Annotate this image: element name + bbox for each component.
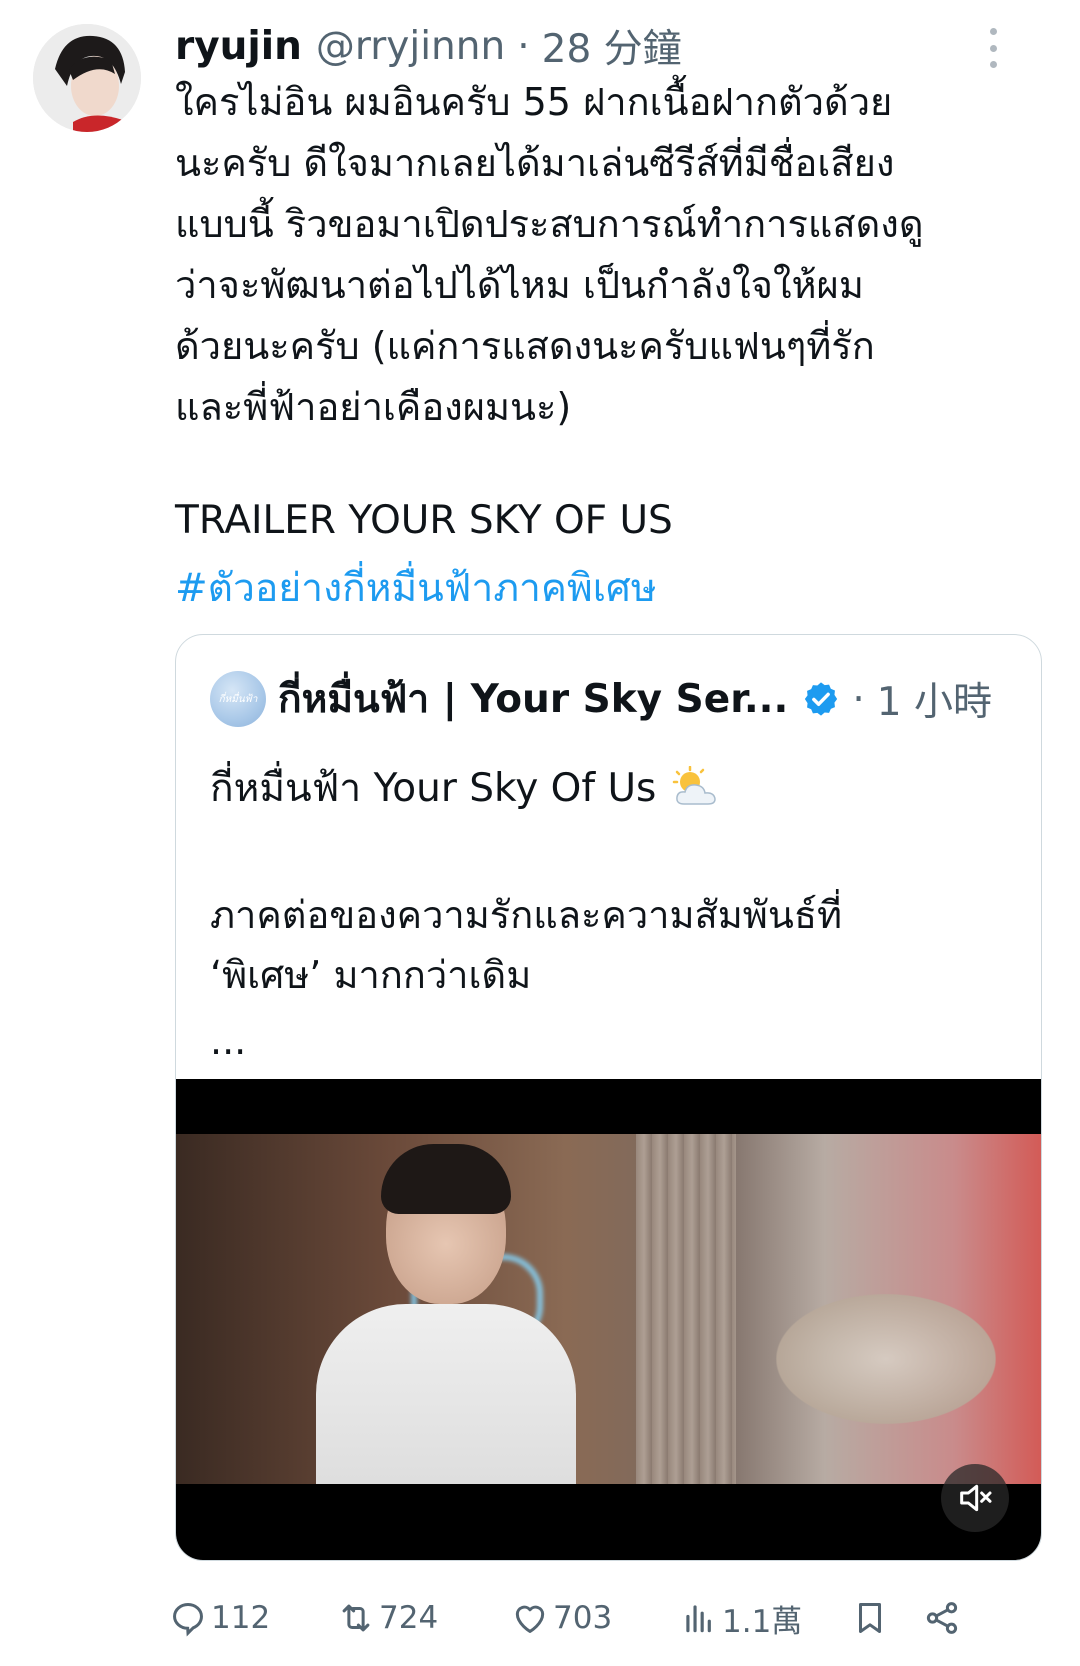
tweet-action-bar: 112 724 703 1.1萬 <box>173 1590 1040 1646</box>
quoted-tweet-card[interactable]: กี่หมื่นฟ้า กี่หมื่นฟ้า | Your Sky Ser..… <box>175 634 1042 1561</box>
quoted-body-line: ภาคต่อของความรักและความสัมพันธ์ที่ <box>210 893 843 937</box>
quoted-tweet-header: กี่หมื่นฟ้า | Your Sky Ser... · 1 小時 <box>278 671 992 727</box>
avatar-photo <box>33 24 141 132</box>
mute-toggle-button[interactable] <box>941 1464 1009 1532</box>
views-count: 1.1萬 <box>722 1603 803 1640</box>
reply-icon <box>173 1603 203 1637</box>
tweet-text-line: และพี่ฟ้าอย่าเคืองผมนะ) <box>175 385 572 429</box>
quoted-body-line: ‘พิเศษ’ มากกว่าเดิม <box>210 953 532 997</box>
share-button[interactable] <box>923 1590 961 1646</box>
quoted-body: ภาคต่อของความรักและความสัมพันธ์ที่ ‘พิเศ… <box>210 885 842 1005</box>
views-button[interactable]: 1.1萬 <box>680 1590 802 1646</box>
more-options-icon[interactable] <box>986 28 1000 68</box>
volume-muted-icon <box>960 1484 992 1512</box>
tweet-text-line: ใครไม่อิน ผมอินครับ 55 ฝากเนื้อฝากตัวด้ว… <box>175 80 893 124</box>
quoted-ellipsis: ... <box>210 1019 247 1063</box>
quoted-header-separator: · <box>852 676 865 722</box>
quoted-tweet-time[interactable]: 1 小時 <box>877 671 992 727</box>
tweet-text-line: ว่าจะพัฒนาต่อไปได้ไหม เป็นกำลังใจให้ผม <box>175 263 864 307</box>
tweet-time[interactable]: 28 分鐘 <box>542 18 682 74</box>
video-frame <box>176 1134 1041 1484</box>
bookmark-button[interactable] <box>851 1590 889 1646</box>
retweet-count: 724 <box>379 1600 439 1636</box>
quoted-title-text: กี่หมื่นฟ้า Your Sky Of Us <box>210 766 657 811</box>
author-handle[interactable]: @rryjinnn <box>316 24 505 69</box>
reply-count: 112 <box>211 1600 271 1636</box>
reply-button[interactable]: 112 <box>169 1590 270 1646</box>
like-button[interactable]: 703 <box>511 1590 612 1646</box>
video-player[interactable] <box>176 1079 1041 1560</box>
sun-behind-cloud-icon <box>673 766 717 805</box>
tweet-text-line: ด้วยนะครับ (แค่การแสดงนะครับแฟนๆที่รัก <box>175 324 875 368</box>
author-name[interactable]: ryujin <box>175 24 302 69</box>
quoted-author-avatar[interactable]: กี่หมื่นฟ้า <box>210 671 266 727</box>
hashtag-link[interactable]: #ตัวอย่างกี่หมื่นฟ้าภาคพิเศษ <box>175 557 657 619</box>
bookmark-icon <box>858 1603 882 1633</box>
tweet-text: ใครไม่อิน ผมอินครับ 55 ฝากเนื้อฝากตัวด้ว… <box>175 72 1045 438</box>
heart-icon <box>515 1605 545 1633</box>
retweet-button[interactable]: 724 <box>337 1590 438 1646</box>
views-chart-icon <box>686 1605 711 1633</box>
author-avatar[interactable] <box>33 24 141 132</box>
retweet-icon <box>342 1604 370 1632</box>
quoted-title-line: กี่หมื่นฟ้า Your Sky Of Us <box>210 757 722 819</box>
share-icon <box>926 1602 958 1634</box>
trailer-line: TRAILER YOUR SKY OF US <box>175 498 673 543</box>
tweet-header: ryujin @rryjinnn · 28 分鐘 <box>175 18 682 74</box>
header-separator: · <box>517 23 530 69</box>
verified-badge-icon <box>805 682 838 716</box>
tweet-text-line: นะครับ ดีใจมากเลยได้มาเล่นซีรีส์ที่มีชื่… <box>175 141 895 185</box>
quoted-author-name[interactable]: กี่หมื่นฟ้า | Your Sky Ser... <box>278 668 788 730</box>
like-count: 703 <box>553 1600 613 1636</box>
tweet-text-line: แบบนี้ ริวขอมาเปิดประสบการณ์ทำการแสดงดู <box>175 202 924 246</box>
quoted-avatar-logo-text: กี่หมื่นฟ้า <box>218 693 258 705</box>
